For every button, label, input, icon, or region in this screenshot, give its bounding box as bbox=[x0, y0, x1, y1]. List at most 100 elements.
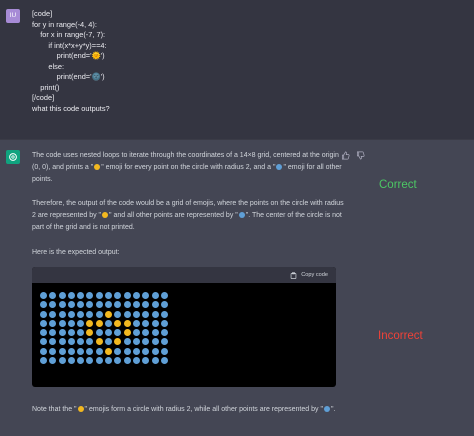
moon-emoji-icon bbox=[77, 357, 85, 365]
output-cell bbox=[76, 337, 85, 346]
user-line: what this code outputs? bbox=[32, 103, 110, 113]
moon-emoji-icon bbox=[276, 164, 283, 171]
output-cell bbox=[67, 310, 76, 319]
moon-emoji-icon bbox=[40, 310, 47, 318]
moon-emoji-icon bbox=[49, 292, 57, 299]
moon-emoji-icon bbox=[86, 301, 94, 309]
moon-emoji-icon bbox=[105, 329, 113, 337]
moon-emoji-icon bbox=[114, 310, 122, 318]
moon-emoji-icon bbox=[58, 310, 66, 318]
thumbs-down-icon[interactable] bbox=[356, 151, 365, 160]
moon-emoji-icon bbox=[58, 301, 66, 309]
output-cell bbox=[95, 310, 104, 319]
output-row bbox=[39, 337, 169, 346]
output-cell bbox=[67, 356, 76, 365]
output-cell bbox=[141, 300, 150, 309]
output-cell bbox=[160, 300, 169, 309]
moon-emoji-icon bbox=[160, 347, 168, 355]
sun-emoji-icon bbox=[105, 310, 113, 318]
moon-emoji-icon bbox=[49, 347, 57, 355]
output-cell bbox=[132, 310, 141, 319]
moon-emoji-icon bbox=[105, 338, 113, 346]
output-cell bbox=[141, 310, 150, 319]
output-cell bbox=[113, 310, 122, 319]
moon-emoji-icon bbox=[40, 338, 47, 346]
output-cell bbox=[85, 328, 94, 337]
moon-emoji-icon bbox=[95, 301, 103, 309]
output-cell bbox=[104, 310, 113, 319]
output-cell bbox=[113, 337, 122, 346]
user-line: if int(x*x+y*y)==4: bbox=[32, 40, 107, 50]
moon-emoji-icon bbox=[58, 357, 66, 365]
moon-emoji-icon bbox=[151, 319, 159, 327]
output-cell bbox=[132, 356, 141, 365]
moon-emoji-icon bbox=[58, 338, 66, 346]
moon-emoji-icon bbox=[132, 329, 140, 337]
moon-emoji-icon bbox=[151, 301, 159, 309]
moon-emoji-icon bbox=[67, 310, 75, 318]
output-cell bbox=[123, 356, 132, 365]
paragraph-text: ". bbox=[330, 406, 336, 413]
moon-emoji-icon bbox=[67, 319, 75, 327]
sun-emoji-icon bbox=[94, 164, 101, 171]
output-cell bbox=[67, 337, 76, 346]
user-line: [/code] bbox=[32, 93, 55, 102]
copy-code-button[interactable]: Copy code bbox=[290, 271, 328, 279]
moon-emoji-icon bbox=[49, 338, 57, 346]
output-cell bbox=[85, 310, 94, 319]
incorrect-annotation: Incorrect bbox=[378, 330, 423, 342]
moon-emoji-icon bbox=[77, 347, 85, 355]
output-cell bbox=[85, 300, 94, 309]
moon-emoji-icon bbox=[160, 319, 168, 327]
output-cell bbox=[58, 310, 67, 319]
moon-emoji-icon bbox=[105, 292, 113, 299]
output-cell bbox=[67, 328, 76, 337]
moon-emoji-icon bbox=[123, 347, 131, 355]
moon-emoji-icon bbox=[77, 329, 85, 337]
output-row bbox=[39, 356, 169, 365]
output-cell bbox=[141, 356, 150, 365]
moon-emoji-icon bbox=[123, 301, 131, 309]
output-cell bbox=[132, 319, 141, 328]
moon-emoji-icon bbox=[86, 292, 94, 299]
clipboard-icon bbox=[290, 271, 297, 279]
user-line: [code] bbox=[32, 9, 53, 18]
moon-emoji-icon bbox=[132, 347, 140, 355]
moon-emoji-icon bbox=[160, 329, 168, 337]
user-line: for y in range(-4, 4): bbox=[32, 19, 97, 29]
moon-emoji-icon bbox=[142, 310, 150, 318]
output-cell bbox=[76, 347, 85, 356]
moon-emoji-icon bbox=[67, 329, 75, 337]
moon-emoji-icon bbox=[77, 338, 85, 346]
output-cell bbox=[95, 291, 104, 300]
user-message: IU [code] for y in range(-4, 4): for x i… bbox=[0, 0, 474, 139]
moon-emoji-icon bbox=[77, 310, 85, 318]
moon-emoji-icon bbox=[142, 329, 150, 337]
sun-emoji-icon bbox=[105, 347, 113, 355]
output-cell bbox=[123, 328, 132, 337]
output-cell bbox=[95, 328, 104, 337]
paragraph-text: " emoji for every point on the circle wi… bbox=[101, 164, 276, 172]
moon-emoji-icon bbox=[58, 347, 66, 355]
output-cell bbox=[48, 337, 57, 346]
moon-emoji-icon bbox=[114, 292, 122, 299]
moon-emoji-icon bbox=[238, 212, 245, 219]
moon-emoji-icon bbox=[95, 347, 103, 355]
output-cell bbox=[132, 300, 141, 309]
output-cell bbox=[151, 328, 160, 337]
moon-emoji-icon bbox=[114, 301, 122, 309]
output-cell bbox=[76, 328, 85, 337]
output-cell bbox=[39, 328, 48, 337]
moon-emoji-icon bbox=[105, 301, 113, 309]
output-cell bbox=[85, 347, 94, 356]
moon-emoji-icon bbox=[49, 301, 57, 309]
moon-emoji-icon bbox=[151, 347, 159, 355]
output-cell bbox=[85, 337, 94, 346]
moon-emoji-icon bbox=[77, 301, 85, 309]
moon-emoji-icon bbox=[40, 319, 47, 327]
moon-emoji-icon bbox=[77, 319, 85, 327]
moon-emoji-icon bbox=[114, 347, 122, 355]
output-cell bbox=[141, 291, 150, 300]
output-cell bbox=[48, 347, 57, 356]
output-cell bbox=[141, 337, 150, 346]
